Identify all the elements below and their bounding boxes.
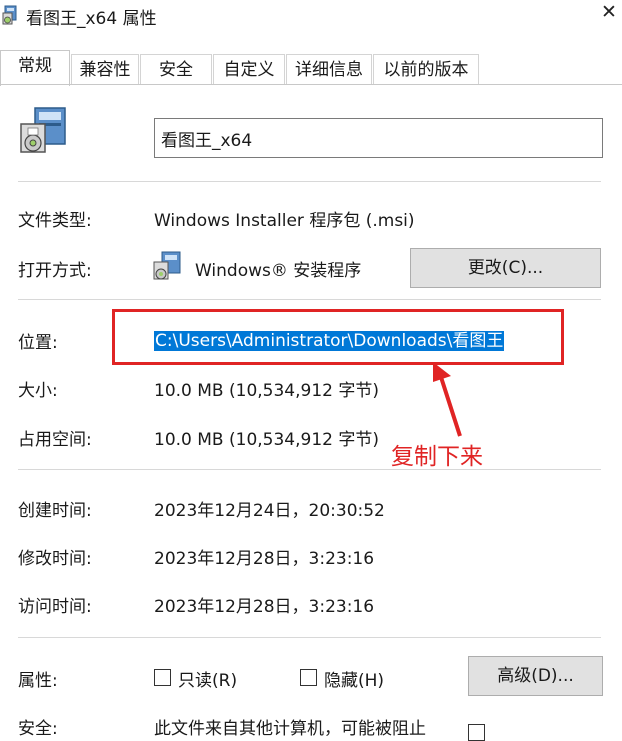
unblock-checkbox[interactable] (468, 724, 485, 741)
size-value: 10.0 MB (10,534,912 字节) (154, 381, 379, 401)
created-value: 2023年12月24日，20:30:52 (154, 501, 385, 521)
file-name-input[interactable] (154, 118, 603, 158)
readonly-label[interactable]: 只读(R) (178, 666, 237, 691)
annotation-text: 复制下来 (391, 444, 483, 470)
divider (18, 469, 601, 470)
msi-installer-icon (18, 106, 68, 156)
security-value: 此文件来自其他计算机，可能被阻止 (154, 719, 426, 739)
change-button[interactable]: 更改(C)... (410, 248, 601, 288)
tab-security[interactable]: 安全 (140, 54, 212, 84)
tab-compatibility[interactable]: 兼容性 (71, 54, 139, 84)
location-label: 位置: (18, 333, 58, 353)
open-with-label: 打开方式: (18, 261, 92, 281)
modified-label: 修改时间: (18, 549, 92, 569)
msi-installer-icon (152, 251, 182, 283)
disk-size-label: 占用空间: (18, 430, 92, 450)
readonly-checkbox[interactable] (154, 669, 171, 686)
security-label: 安全: (18, 719, 58, 739)
msi-installer-icon (2, 5, 18, 27)
hidden-label[interactable]: 隐藏(H) (324, 666, 384, 691)
accessed-label: 访问时间: (18, 597, 92, 617)
advanced-button[interactable]: 高级(D)... (468, 656, 603, 696)
file-type-label: 文件类型: (18, 211, 92, 231)
file-type-value: Windows Installer 程序包 (.msi) (154, 211, 415, 231)
accessed-value: 2023年12月28日，3:23:16 (154, 597, 375, 617)
attributes-label: 属性: (18, 671, 58, 691)
tab-details[interactable]: 详细信息 (286, 54, 372, 84)
created-label: 创建时间: (18, 501, 92, 521)
divider (18, 637, 601, 638)
hidden-checkbox[interactable] (300, 669, 317, 686)
tab-general[interactable]: 常规 (0, 50, 70, 86)
window-title: 看图王_x64 属性 (26, 9, 157, 29)
tab-previous-versions[interactable]: 以前的版本 (373, 54, 479, 84)
divider (18, 181, 601, 182)
tab-custom[interactable]: 自定义 (213, 54, 285, 84)
divider (18, 299, 601, 300)
disk-size-value: 10.0 MB (10,534,912 字节) (154, 430, 379, 450)
annotation-arrow-icon (425, 360, 475, 440)
tab-panel-border (0, 84, 622, 85)
highlight-box (112, 309, 564, 365)
close-icon[interactable]: ✕ (601, 1, 617, 23)
size-label: 大小: (18, 381, 58, 401)
open-with-value: Windows® 安装程序 (195, 261, 362, 281)
modified-value: 2023年12月28日，3:23:16 (154, 549, 375, 569)
